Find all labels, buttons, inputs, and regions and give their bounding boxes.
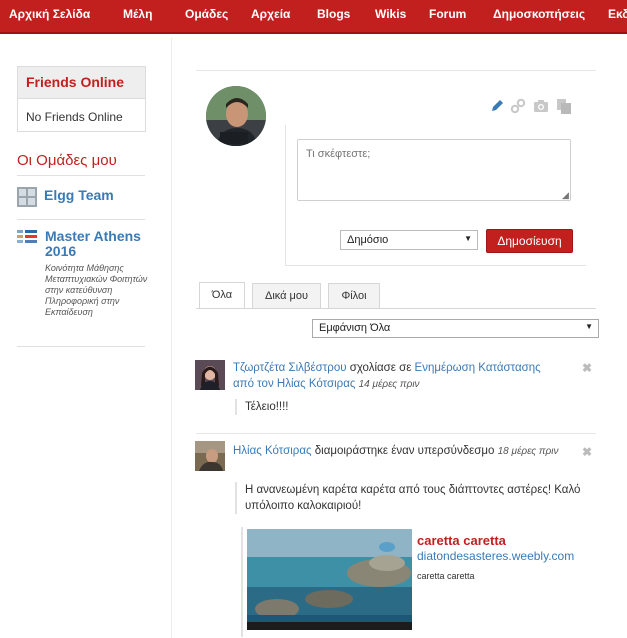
nav-item-forum[interactable]: Forum (429, 7, 466, 21)
file-icon[interactable] (556, 98, 572, 114)
privacy-select-value: Δημόσιο (347, 234, 389, 246)
tab-mine[interactable]: Δικά μου (252, 283, 321, 308)
avatar[interactable] (195, 441, 225, 471)
column-divider (171, 38, 172, 638)
my-groups-title: Οι Ομάδες μου (17, 152, 117, 169)
tab-friends[interactable]: Φίλοι (328, 283, 380, 308)
author-link[interactable]: Τζωρτζέτα Σιλβέστρου (233, 362, 347, 374)
tab-all[interactable]: Όλα (199, 282, 245, 309)
nav-item-files[interactable]: Αρχεία (251, 7, 290, 21)
divider (17, 346, 145, 347)
avatar[interactable] (195, 360, 225, 390)
link-description: caretta caretta (417, 571, 475, 581)
camera-icon[interactable] (533, 98, 549, 114)
friends-online-empty-text: No Friends Online (26, 110, 123, 124)
top-navigation-bar: Αρχική Σελίδα Μέλη Ομάδες Αρχεία Blogs W… (0, 0, 627, 34)
timestamp: 18 μέρες πριν (497, 446, 559, 457)
timestamp: 14 μέρες πριν (358, 379, 420, 390)
feed-item-summary: Ηλίας Κότσιρας διαμοιράστηκε έναν υπερσύ… (233, 443, 563, 460)
chevron-down-icon: ▼ (464, 234, 472, 243)
user-photo (195, 441, 225, 471)
link-thumbnail[interactable] (247, 529, 412, 630)
delete-icon[interactable]: ✖ (582, 361, 592, 375)
group-link-master-athens[interactable]: Master Athens 2016 (45, 229, 155, 259)
friends-online-title: Friends Online (18, 67, 145, 99)
resize-handle-icon[interactable]: ◢ (562, 190, 569, 201)
action-text: σχολίασε σε (349, 362, 412, 374)
group-description: Κοινότητα Μάθησης Μεταπτυχιακών Φοιτητών… (45, 263, 148, 317)
avatar[interactable] (206, 86, 266, 146)
link-domain[interactable]: diatondesasteres.weebly.com (417, 549, 574, 563)
comment-text: Τέλειο!!!! (235, 399, 289, 415)
filter-select-value: Εμφάνιση Όλα (319, 322, 391, 334)
nav-item-wikis[interactable]: Wikis (375, 7, 406, 21)
link-title[interactable]: caretta caretta (417, 533, 506, 548)
user-photo (206, 86, 266, 146)
nav-item-members[interactable]: Μέλη (123, 7, 152, 21)
friends-online-widget: Friends Online No Friends Online (17, 66, 146, 132)
feed-item-summary: Τζωρτζέτα Σιλβέστρου σχολίασε σε Ενημέρω… (233, 360, 563, 393)
beach-photo (247, 529, 412, 630)
divider (17, 219, 145, 220)
group-logo-icon[interactable] (17, 230, 37, 250)
privacy-select[interactable]: Δημόσιο ▼ (340, 230, 478, 250)
author-link[interactable]: Ηλίας Κότσιρας (233, 445, 312, 457)
nav-item-blogs[interactable]: Blogs (317, 7, 350, 21)
group-logo-icon[interactable] (17, 187, 37, 207)
nav-item-home[interactable]: Αρχική Σελίδα (9, 7, 90, 21)
pencil-icon[interactable] (489, 98, 505, 114)
link-icon[interactable] (510, 98, 526, 114)
post-body: Η ανανεωμένη καρέτα καρέτα από τους διάπ… (235, 482, 590, 514)
delete-icon[interactable]: ✖ (582, 445, 592, 459)
group-link-elgg-team[interactable]: Elgg Team (44, 187, 114, 203)
action-text: διαμοιράστηκε έναν υπερσύνδεσμο (314, 445, 495, 457)
status-input[interactable] (297, 139, 571, 201)
tabs-underline (196, 308, 596, 309)
post-button[interactable]: Δημοσίευση (486, 229, 573, 253)
divider (196, 70, 596, 71)
nav-item-events[interactable]: Εκδ (608, 7, 627, 21)
divider (17, 175, 145, 176)
divider (196, 433, 596, 434)
nav-item-groups[interactable]: Ομάδες (185, 7, 228, 21)
chevron-down-icon: ▼ (585, 322, 593, 331)
nav-item-polls[interactable]: Δημοσκοπήσεις (493, 7, 585, 21)
activity-filter-select[interactable]: Εμφάνιση Όλα ▼ (312, 319, 599, 338)
user-photo (195, 360, 225, 390)
